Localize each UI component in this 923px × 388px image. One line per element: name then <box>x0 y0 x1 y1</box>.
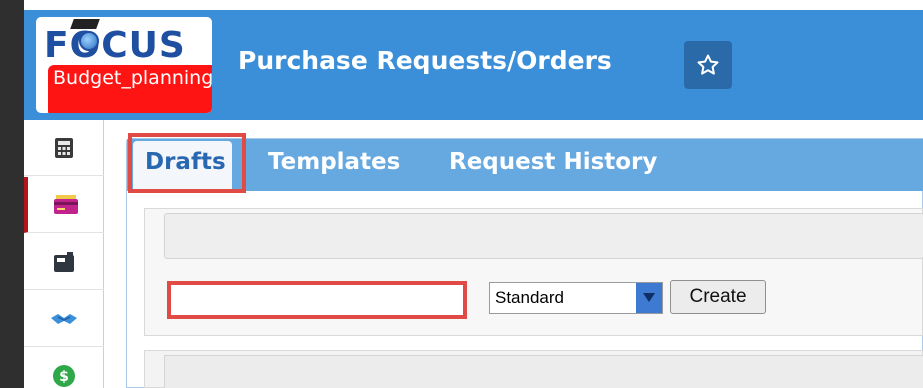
request-type-select[interactable]: Standard <box>489 282 663 314</box>
handshake-icon <box>51 313 77 324</box>
sidebar-item-register[interactable] <box>24 234 104 290</box>
chevron-down-icon <box>643 293 655 302</box>
credit-card-icon <box>54 194 78 214</box>
drafts-tab-highlight <box>128 133 246 193</box>
window-edge <box>0 0 24 388</box>
tab-request-history[interactable]: Request History <box>449 149 657 175</box>
create-button[interactable]: Create <box>670 280 766 314</box>
sidebar-item-purchasing[interactable] <box>24 177 104 233</box>
sidebar-item-finance[interactable]: $ <box>24 348 104 388</box>
sidebar: $ <box>24 120 104 388</box>
svg-text:$: $ <box>59 369 69 385</box>
drafts-list-area <box>144 350 923 388</box>
draft-form: Standard Create <box>144 208 923 336</box>
request-type-value: Standard <box>495 288 564 307</box>
star-icon <box>697 54 719 75</box>
dropdown-arrow[interactable] <box>636 283 662 313</box>
calculator-icon <box>55 137 73 158</box>
draft-name-input[interactable] <box>167 281 467 319</box>
form-toolbar <box>164 213 923 259</box>
sidebar-item-vendors[interactable] <box>24 291 104 347</box>
tab-templates[interactable]: Templates <box>268 149 400 175</box>
sidebar-item-calculator[interactable] <box>24 120 104 176</box>
app-header: FOCUS Budget_planning Purchase Requests/… <box>24 10 923 120</box>
globe-icon <box>79 31 99 51</box>
dollar-coin-icon: $ <box>53 364 75 387</box>
focus-logo[interactable]: FOCUS Budget_planning <box>36 17 212 113</box>
favorite-button[interactable] <box>684 41 732 89</box>
logo-text: FOCUS <box>44 25 186 66</box>
tab-bar: Drafts Templates Request History <box>127 139 923 191</box>
drafts-list-header <box>164 355 923 388</box>
budget-planning-label: Budget_planning <box>48 65 212 113</box>
cash-register-icon <box>54 251 74 272</box>
page-title: Purchase Requests/Orders <box>238 46 612 75</box>
graduation-cap-icon <box>70 19 100 29</box>
